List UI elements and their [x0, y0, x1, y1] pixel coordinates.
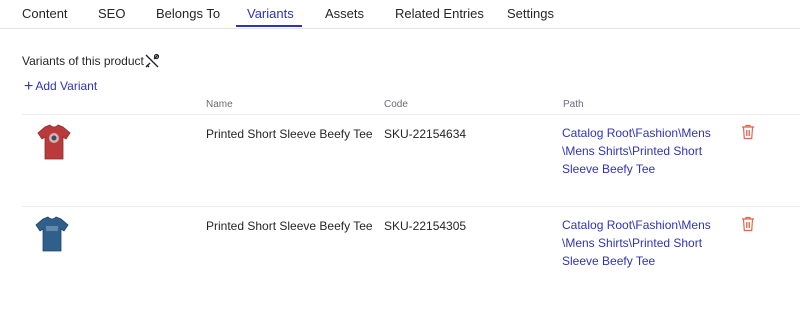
- tab-belongs-to[interactable]: Belongs To: [156, 6, 220, 21]
- variant-path-link[interactable]: Catalog Root\Fashion\Mens\Mens Shirts\Pr…: [562, 216, 712, 270]
- column-header-name: Name: [206, 99, 233, 110]
- section-title: Variants of this product: [22, 54, 144, 68]
- blue-tshirt-thumbnail[interactable]: [31, 213, 73, 255]
- tab-content[interactable]: Content: [22, 6, 68, 21]
- column-header-code: Code: [384, 99, 408, 110]
- add-variant-label: Add Variant: [35, 79, 98, 93]
- trash-icon[interactable]: [741, 216, 755, 232]
- tab-bar: Content SEO Belongs To Variants Assets R…: [0, 0, 800, 29]
- variant-code: SKU-22154634: [384, 127, 467, 141]
- variant-name: Printed Short Sleeve Beefy Tee: [206, 219, 373, 233]
- variant-name: Printed Short Sleeve Beefy Tee: [206, 127, 373, 141]
- active-tab-indicator: [236, 25, 302, 27]
- tab-seo[interactable]: SEO: [98, 6, 125, 21]
- tab-related-entries[interactable]: Related Entries: [395, 6, 484, 21]
- trash-icon[interactable]: [741, 124, 755, 140]
- tools-icon[interactable]: [143, 52, 161, 70]
- tab-variants[interactable]: Variants: [247, 6, 294, 21]
- header-divider: [22, 114, 800, 115]
- plus-icon: +: [24, 78, 34, 95]
- column-header-path: Path: [563, 99, 584, 110]
- add-variant-button[interactable]: + Add Variant: [24, 78, 98, 95]
- tab-assets[interactable]: Assets: [325, 6, 364, 21]
- variant-path-link[interactable]: Catalog Root\Fashion\Mens\Mens Shirts\Pr…: [562, 124, 712, 178]
- variant-code: SKU-22154305: [384, 219, 467, 233]
- red-tshirt-thumbnail[interactable]: [33, 121, 75, 163]
- row-divider: [22, 206, 800, 207]
- tab-settings[interactable]: Settings: [507, 6, 554, 21]
